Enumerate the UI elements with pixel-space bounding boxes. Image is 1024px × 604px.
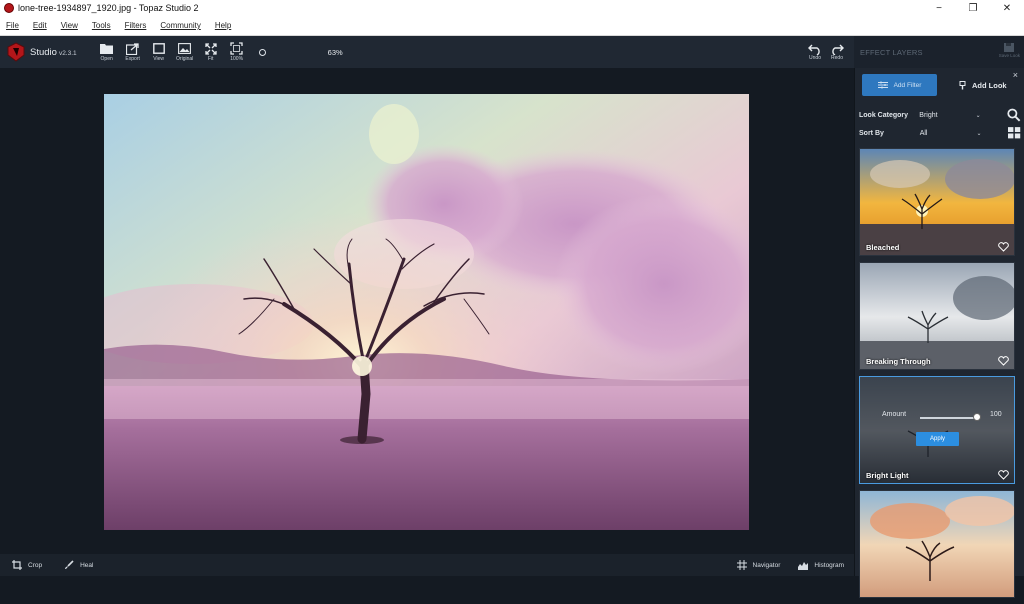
image-icon <box>178 43 192 54</box>
look-name: Bright Light <box>866 471 909 480</box>
sliders-icon <box>877 81 888 89</box>
menu-community[interactable]: Community <box>160 21 200 30</box>
favorite-heart-icon[interactable] <box>998 242 1009 252</box>
amount-slider-track[interactable] <box>920 417 978 419</box>
topaz-logo-icon <box>7 42 25 62</box>
chevron-down-icon: ⌄ <box>975 112 981 119</box>
sort-by-select[interactable]: All <box>920 130 977 137</box>
looks-panel: × Add Filter Add Look Look Category Brig… <box>854 68 1024 598</box>
undo-button[interactable]: Undo <box>804 43 826 61</box>
menu-filters[interactable]: Filters <box>125 21 147 30</box>
look-thumbnail-bright-light[interactable]: Amount 100 Apply Bright Light <box>859 376 1015 484</box>
bottom-toolbar: Crop Heal Navigator Histogram <box>0 554 854 576</box>
look-category-label: Look Category <box>859 111 909 119</box>
redo-button[interactable]: Redo <box>826 43 848 61</box>
zoom-level: 63% <box>327 47 343 57</box>
fit-icon <box>205 42 217 55</box>
original-button[interactable]: Original <box>173 42 197 62</box>
main-toolbar: Studio v2.3.1 Open Export View Original F… <box>0 36 1024 68</box>
redo-icon <box>832 44 844 55</box>
view-button[interactable]: View <box>147 42 171 62</box>
heal-tool[interactable]: Heal <box>64 560 93 570</box>
apply-button[interactable]: Apply <box>916 432 959 446</box>
zoom-slider-knob[interactable] <box>258 48 266 56</box>
look-hover-overlay <box>860 377 1014 483</box>
looks-list: Bleached Breaking Through Amount 100 App… <box>859 148 1017 604</box>
menu-file[interactable]: File <box>6 21 19 30</box>
app-brand: Studio v2.3.1 <box>30 46 77 58</box>
export-icon <box>126 42 139 55</box>
search-icon[interactable] <box>1007 108 1021 122</box>
brush-icon <box>65 560 74 569</box>
open-button[interactable]: Open <box>95 42 119 62</box>
maximize-button[interactable]: ❐ <box>956 3 990 14</box>
effect-layers-title: EFFECT LAYERS <box>860 47 923 57</box>
fit-button[interactable]: Fit <box>199 42 223 62</box>
favorite-heart-icon[interactable] <box>998 470 1009 480</box>
actual-size-icon <box>230 42 243 55</box>
window-titlebar: lone-tree-1934897_1920.jpg - Topaz Studi… <box>0 0 1024 16</box>
sort-by-row[interactable]: Sort By All ⌄ <box>859 127 1021 139</box>
crop-tool[interactable]: Crop <box>12 560 42 570</box>
lone-tree-photo <box>104 94 749 530</box>
amount-slider-knob[interactable] <box>973 413 981 421</box>
save-look-icon <box>1004 43 1015 52</box>
amount-value: 100 <box>990 411 1002 418</box>
look-category-select[interactable]: Bright <box>919 112 975 119</box>
view-icon <box>152 43 165 54</box>
navigator-button[interactable]: Navigator <box>736 560 780 570</box>
canvas-area[interactable] <box>0 68 854 554</box>
menu-tools[interactable]: Tools <box>92 21 111 30</box>
menu-edit[interactable]: Edit <box>33 21 47 30</box>
window-title: lone-tree-1934897_1920.jpg - Topaz Studi… <box>18 3 199 13</box>
actual-size-button[interactable]: 100% <box>225 42 249 62</box>
panel-close-icon[interactable]: × <box>1013 70 1018 80</box>
add-look-button[interactable]: Add Look <box>959 74 1007 96</box>
save-look-button[interactable]: Save Look <box>999 42 1020 58</box>
navigator-icon <box>736 560 747 570</box>
histogram-icon <box>798 562 809 570</box>
look-name: Bleached <box>866 243 900 252</box>
look-category-row[interactable]: Look Category Bright ⌄ <box>859 108 1021 122</box>
look-thumbnail-bleached[interactable]: Bleached <box>859 148 1015 256</box>
look-preview-image <box>860 149 1014 255</box>
menu-view[interactable]: View <box>61 21 78 30</box>
add-filter-button[interactable]: Add Filter <box>862 74 937 96</box>
undo-icon <box>808 44 820 55</box>
menu-bar: File Edit View Tools Filters Community H… <box>0 16 1024 36</box>
folder-icon <box>100 44 114 54</box>
effect-layers-header: EFFECT LAYERS Save Look <box>854 36 1024 68</box>
chevron-down-icon: ⌄ <box>976 130 982 137</box>
histogram-button[interactable]: Histogram <box>798 560 844 570</box>
grid-view-icon[interactable] <box>1008 127 1021 139</box>
look-thumbnail-breaking-through[interactable]: Breaking Through <box>859 262 1015 370</box>
photo-canvas[interactable] <box>104 94 749 530</box>
app-icon <box>4 3 14 13</box>
look-preview-image <box>860 491 1014 597</box>
sort-by-label: Sort By <box>859 129 884 137</box>
menu-help[interactable]: Help <box>215 21 231 30</box>
crop-icon <box>12 560 22 570</box>
minimize-button[interactable]: − <box>922 3 956 14</box>
look-thumbnail-next[interactable] <box>859 490 1015 598</box>
amount-label: Amount <box>882 411 907 418</box>
export-button[interactable]: Export <box>121 42 145 62</box>
close-button[interactable]: ✕ <box>990 3 1024 14</box>
favorite-heart-icon[interactable] <box>998 356 1009 366</box>
look-preview-image <box>860 263 1014 369</box>
brush-icon <box>959 80 966 89</box>
look-name: Breaking Through <box>866 357 931 366</box>
